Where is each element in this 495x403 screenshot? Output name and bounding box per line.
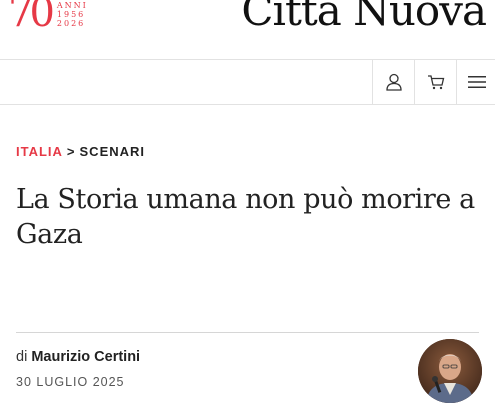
anniversary-number: 70 (8, 0, 55, 36)
publish-date: 30 LUGLIO 2025 (16, 375, 125, 389)
byline-prefix: di (16, 349, 28, 365)
anniversary-line: 2026 (56, 19, 86, 28)
breadcrumb-section-link[interactable]: SCENARI (80, 144, 146, 159)
anniversary-text: ANNI 1956 2026 (57, 1, 88, 28)
author-link[interactable]: Maurizio Certini (31, 349, 140, 365)
breadcrumb: ITALIA > SCENARI (16, 144, 145, 159)
anniversary-line: 1956 (56, 10, 86, 19)
cart-icon (428, 75, 445, 90)
anniversary-line: ANNI (56, 1, 88, 10)
brand-logo[interactable]: Città Nuova (241, 0, 487, 35)
anniversary-logo[interactable]: 70 ANNI 1956 2026 (8, 0, 88, 38)
divider (16, 332, 479, 333)
byline: di Maurizio Certini (16, 349, 140, 365)
cart-button[interactable] (414, 60, 457, 104)
article-title: La Storia umana non può morire a Gaza (16, 184, 475, 250)
menu-button[interactable] (456, 60, 495, 104)
breadcrumb-separator: > (66, 144, 76, 159)
toolbar (0, 59, 495, 105)
hamburger-menu-icon (467, 76, 486, 88)
breadcrumb-country-link[interactable]: ITALIA (16, 144, 63, 159)
author-avatar[interactable] (418, 339, 482, 403)
author-photo (418, 339, 482, 403)
user-icon (386, 73, 402, 91)
account-button[interactable] (372, 60, 415, 104)
